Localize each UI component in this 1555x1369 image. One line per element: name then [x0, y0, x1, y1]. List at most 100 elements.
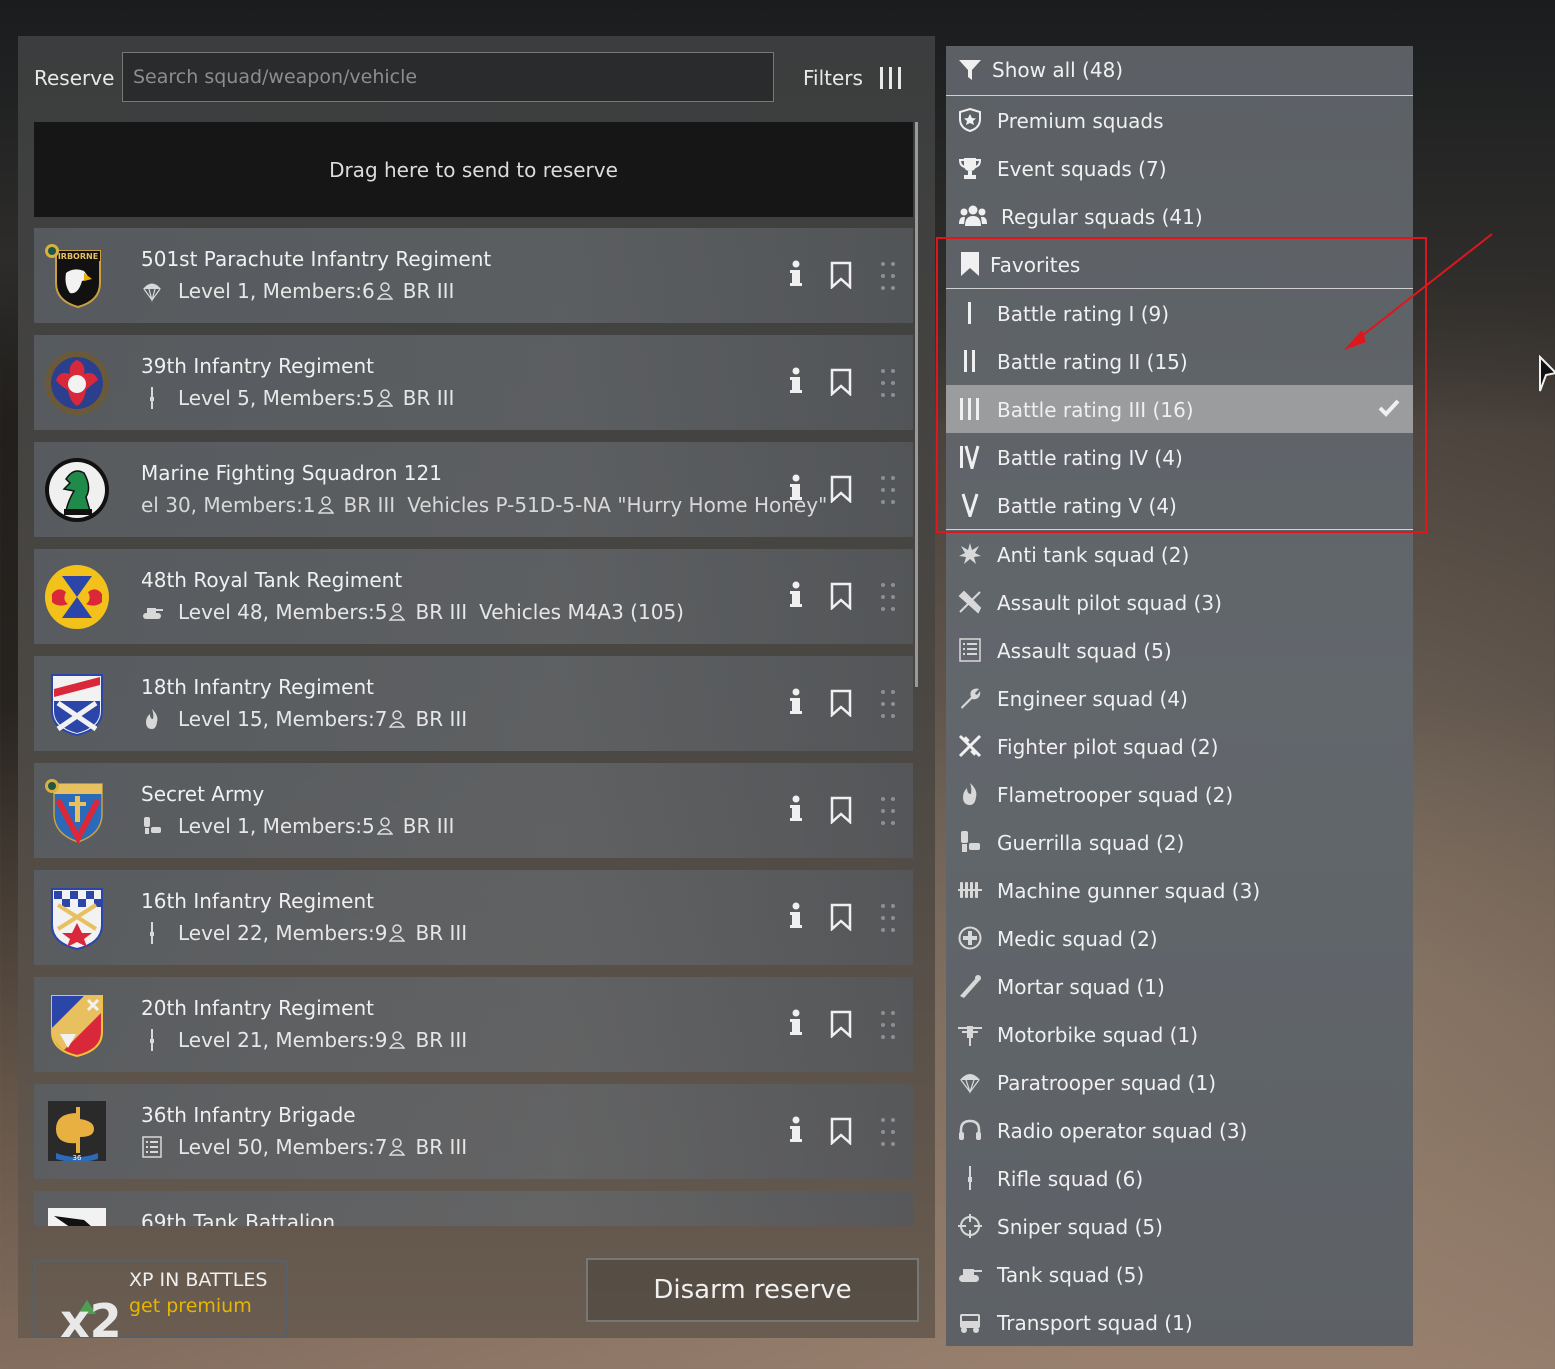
rifle-icon — [150, 1029, 154, 1051]
squad-row[interactable]: Secret Army Level 1, Members:5 BR III — [34, 763, 913, 858]
filter-fighter-pilot-squad[interactable]: Fighter pilot squad (2) — [946, 722, 1413, 770]
filter-anti-tank-squad[interactable]: Anti tank squad (2) — [946, 530, 1413, 578]
info-icon[interactable] — [789, 474, 803, 502]
squad-stats: Level 5, Members:5 BR III — [141, 386, 454, 410]
bookmark-icon[interactable] — [830, 368, 852, 396]
squad-level: Level 21, Members:9 — [178, 1028, 388, 1052]
filter-label: Flametrooper squad (2) — [997, 783, 1234, 807]
filter-label: Motorbike squad (1) — [997, 1023, 1199, 1047]
squad-row[interactable]: 48th Royal Tank Regiment Level 48, Membe… — [34, 549, 913, 644]
squad-row[interactable]: 20th Infantry Regiment Level 21, Members… — [34, 977, 913, 1072]
filter-label: Fighter pilot squad (2) — [997, 735, 1219, 759]
members-icon — [389, 1031, 406, 1049]
squad-br: BR III — [415, 707, 468, 731]
info-icon[interactable] — [789, 688, 803, 716]
squad-title: Secret Army — [141, 782, 265, 806]
bookmark-icon[interactable] — [830, 689, 852, 717]
bookmark-icon[interactable] — [830, 582, 852, 610]
drag-handle-icon[interactable] — [879, 260, 897, 292]
filter-radio-operator-squad[interactable]: Radio operator squad (3) — [946, 1106, 1413, 1154]
drag-handle-icon[interactable] — [879, 688, 897, 720]
search-input[interactable] — [122, 52, 774, 102]
info-icon[interactable] — [789, 260, 803, 288]
assault-icon — [142, 1136, 162, 1158]
bookmark-icon[interactable] — [830, 903, 852, 931]
squad-br: BR III — [402, 386, 455, 410]
filter-sniper-squad[interactable]: Sniper squad (5) — [946, 1202, 1413, 1250]
drag-handle-icon[interactable] — [879, 1009, 897, 1041]
filter-label: Mortar squad (1) — [997, 975, 1165, 999]
assault-pilot-icon — [958, 590, 982, 614]
bookmark-icon[interactable] — [830, 1010, 852, 1038]
bookmark-icon[interactable] — [830, 261, 852, 289]
squad-row[interactable]: 69th Tank Battalion — [34, 1191, 913, 1226]
squad-row[interactable]: 18th Infantry Regiment Level 15, Members… — [34, 656, 913, 751]
squad-row[interactable]: IRBORNE 501st Parachute Infantry Regimen… — [34, 228, 913, 323]
filter-engineer-squad[interactable]: Engineer squad (4) — [946, 674, 1413, 722]
squad-level: Level 50, Members:7 — [178, 1135, 388, 1159]
filters-button-label[interactable]: Filters — [803, 66, 863, 90]
info-icon[interactable] — [789, 1116, 803, 1144]
filter-guerrilla-squad[interactable]: Guerrilla squad (2) — [946, 818, 1413, 866]
filter-label: Regular squads (41) — [1001, 205, 1203, 229]
filters-bars-icon[interactable] — [880, 67, 902, 89]
drag-handle-icon[interactable] — [879, 367, 897, 399]
filter-assault-squad[interactable]: Assault squad (5) — [946, 626, 1413, 674]
filter-event-squads[interactable]: Event squads (7) — [946, 144, 1413, 192]
squad-stats: Level 15, Members:7 BR III — [141, 707, 467, 731]
drag-handle-icon[interactable] — [879, 902, 897, 934]
svg-text:36: 36 — [73, 1154, 82, 1162]
squad-row[interactable]: Marine Fighting Squadron 121 el 30, Memb… — [34, 442, 913, 537]
squad-row[interactable]: 16th Infantry Regiment Level 22, Members… — [34, 870, 913, 965]
filter-show-all[interactable]: Show all (48) — [946, 46, 1413, 94]
squad-row[interactable]: 39th Infantry Regiment Level 5, Members:… — [34, 335, 913, 430]
royal-tank-emblem-icon — [45, 565, 109, 629]
info-icon[interactable] — [789, 795, 803, 823]
squad-title: 48th Royal Tank Regiment — [141, 568, 403, 592]
members-icon — [389, 710, 406, 728]
drag-handle-icon[interactable] — [879, 795, 897, 827]
info-icon[interactable] — [789, 581, 803, 609]
info-icon[interactable] — [789, 902, 803, 930]
filter-assault-pilot-squad[interactable]: Assault pilot squad (3) — [946, 578, 1413, 626]
filter-flametrooper-squad[interactable]: Flametrooper squad (2) — [946, 770, 1413, 818]
drag-handle-icon[interactable] — [879, 474, 897, 506]
squad-br: BR III — [343, 493, 396, 517]
filter-medic-squad[interactable]: Medic squad (2) — [946, 914, 1413, 962]
disarm-reserve-button[interactable]: Disarm reserve — [586, 1258, 919, 1322]
filter-tank-squad[interactable]: Tank squad (5) — [946, 1250, 1413, 1298]
bookmark-icon[interactable] — [830, 475, 852, 503]
funnel-icon — [959, 60, 981, 80]
filter-motorbike-squad[interactable]: Motorbike squad (1) — [946, 1010, 1413, 1058]
tank-icon — [143, 608, 163, 619]
squad-title: 18th Infantry Regiment — [141, 675, 374, 699]
crosshair-icon — [958, 1214, 982, 1238]
flame-icon — [146, 709, 158, 729]
filter-rifle-squad[interactable]: Rifle squad (6) — [946, 1154, 1413, 1202]
filter-machine-gunner-squad[interactable]: Machine gunner squad (3) — [946, 866, 1413, 914]
crossed-planes-icon — [958, 734, 982, 758]
squad-list-scrollbar[interactable] — [915, 122, 918, 687]
drag-handle-icon[interactable] — [879, 1116, 897, 1148]
squad-row[interactable]: 36 36th Infantry Brigade Level 50, Membe… — [34, 1084, 913, 1179]
filter-transport-squad[interactable]: Transport squad (1) — [946, 1298, 1413, 1346]
filter-premium-squads[interactable]: Premium squads — [946, 96, 1413, 144]
filter-label: Sniper squad (5) — [997, 1215, 1163, 1239]
motorbike-icon — [958, 1026, 982, 1046]
info-icon[interactable] — [789, 367, 803, 395]
truck-icon — [960, 1314, 980, 1333]
filter-paratrooper-squad[interactable]: Paratrooper squad (1) — [946, 1058, 1413, 1106]
squad-vehicles: Vehicles P-51D-5-NA "Hurry Home Honey" — [407, 493, 828, 517]
rifle-icon — [150, 922, 154, 944]
bookmark-icon[interactable] — [830, 796, 852, 824]
drag-handle-icon[interactable] — [879, 581, 897, 613]
info-icon[interactable] — [789, 1009, 803, 1037]
filter-label: Rifle squad (6) — [997, 1167, 1144, 1191]
squad-level: Level 22, Members:9 — [178, 921, 388, 945]
filter-mortar-squad[interactable]: Mortar squad (1) — [946, 962, 1413, 1010]
squad-title: 36th Infantry Brigade — [141, 1103, 356, 1127]
bookmark-icon[interactable] — [830, 1117, 852, 1145]
reserve-drop-zone[interactable]: Drag here to send to reserve — [34, 122, 913, 217]
squad-level: Level 48, Members:5 — [178, 600, 388, 624]
get-premium-link[interactable]: get premium — [129, 1295, 252, 1317]
